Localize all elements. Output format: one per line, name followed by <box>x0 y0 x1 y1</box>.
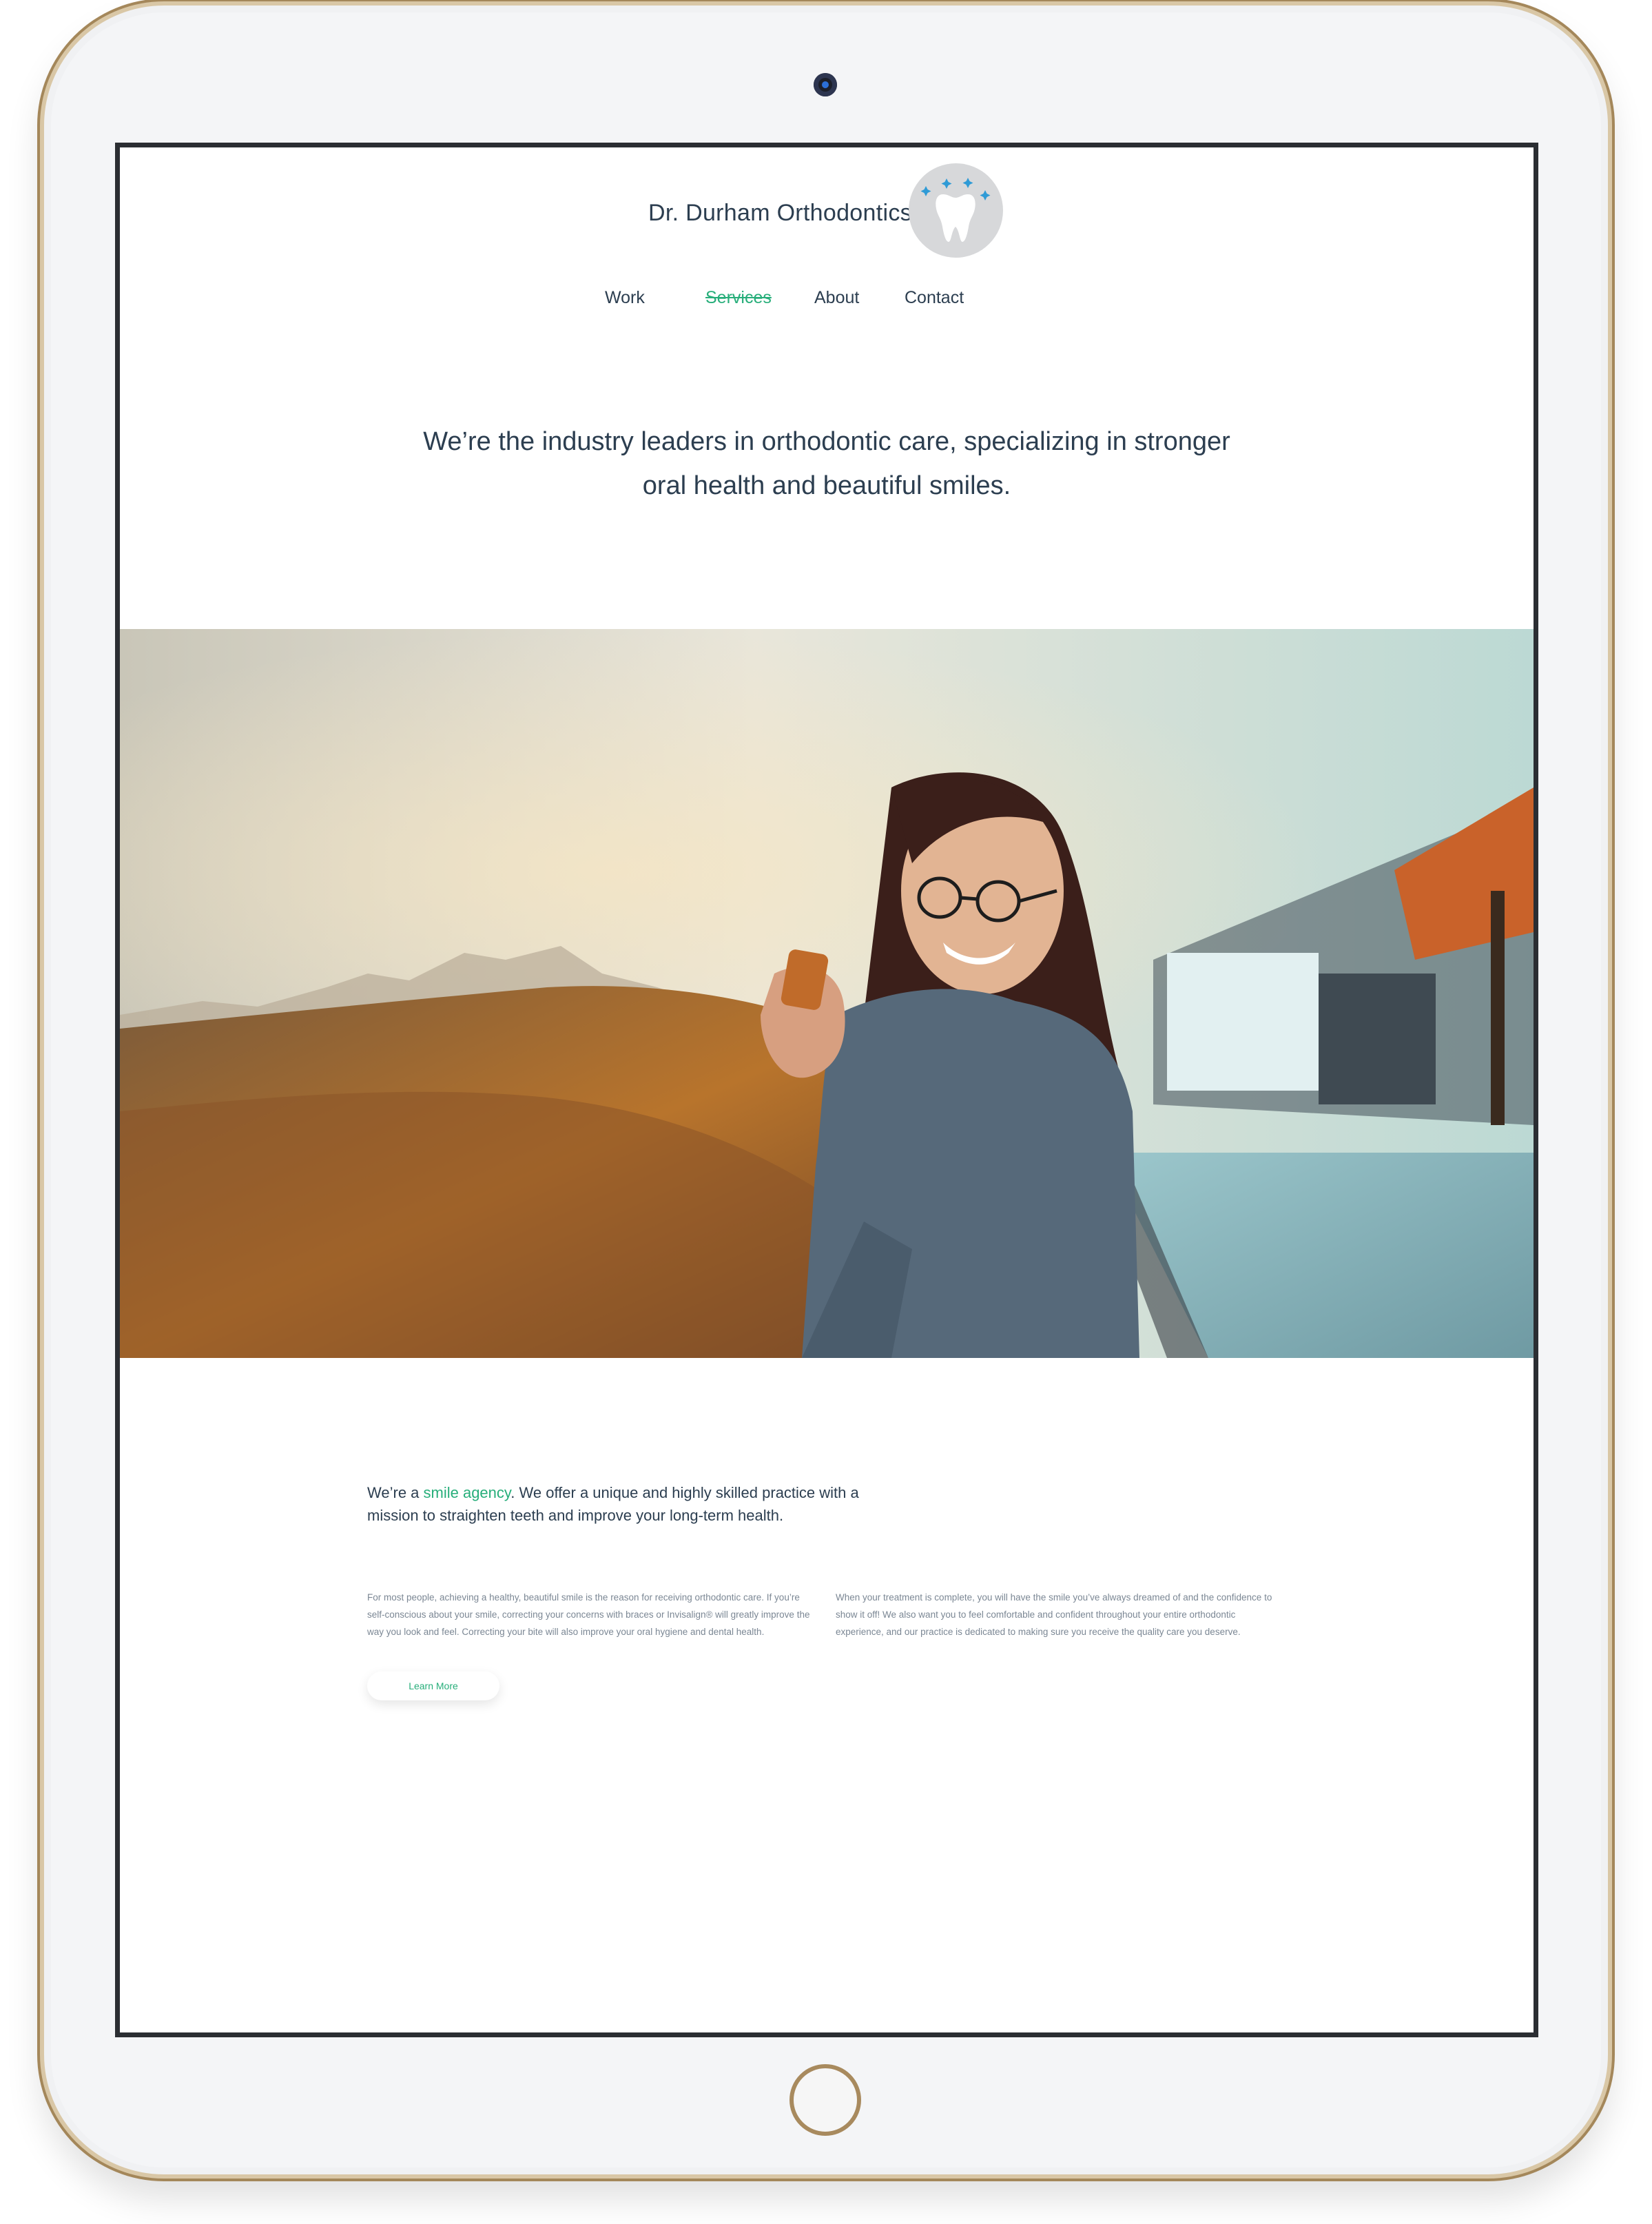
nav-item-about[interactable]: About <box>814 288 859 308</box>
info-column-left: For most people, achieving a healthy, be… <box>367 1592 810 1637</box>
hero-tagline-line1: We’re the industry leaders in orthodonti… <box>423 427 1230 456</box>
intro-prefix: We’re a <box>367 1484 424 1501</box>
nav-item-work[interactable]: Work <box>605 288 645 308</box>
site-header: Dr. Durham Orthodontics Work Services Ab… <box>120 147 1534 327</box>
main-nav: Work Services About Contact <box>120 288 1534 316</box>
home-button[interactable] <box>789 2064 861 2136</box>
learn-more-button[interactable]: Learn More <box>367 1671 499 1700</box>
info-column-right: When your treatment is complete, you wil… <box>836 1592 1272 1637</box>
hero-image <box>120 629 1534 1358</box>
nav-item-contact[interactable]: Contact <box>905 288 964 308</box>
hero-tagline-line2: oral health and beautiful smiles. <box>642 471 1011 500</box>
smile-agency-link[interactable]: smile agency <box>424 1484 511 1501</box>
tooth-sparkle-icon[interactable] <box>909 163 1003 258</box>
front-camera <box>814 73 837 96</box>
nav-item-services[interactable]: Services <box>705 288 772 308</box>
intro-statement: We’re a smile agency. We offer a unique … <box>367 1481 891 1527</box>
hero-tagline: We’re the industry leaders in orthodonti… <box>327 420 1327 508</box>
brand-name[interactable]: Dr. Durham Orthodontics <box>648 200 912 227</box>
website-screen: Dr. Durham Orthodontics Work Services Ab… <box>115 143 1538 2037</box>
